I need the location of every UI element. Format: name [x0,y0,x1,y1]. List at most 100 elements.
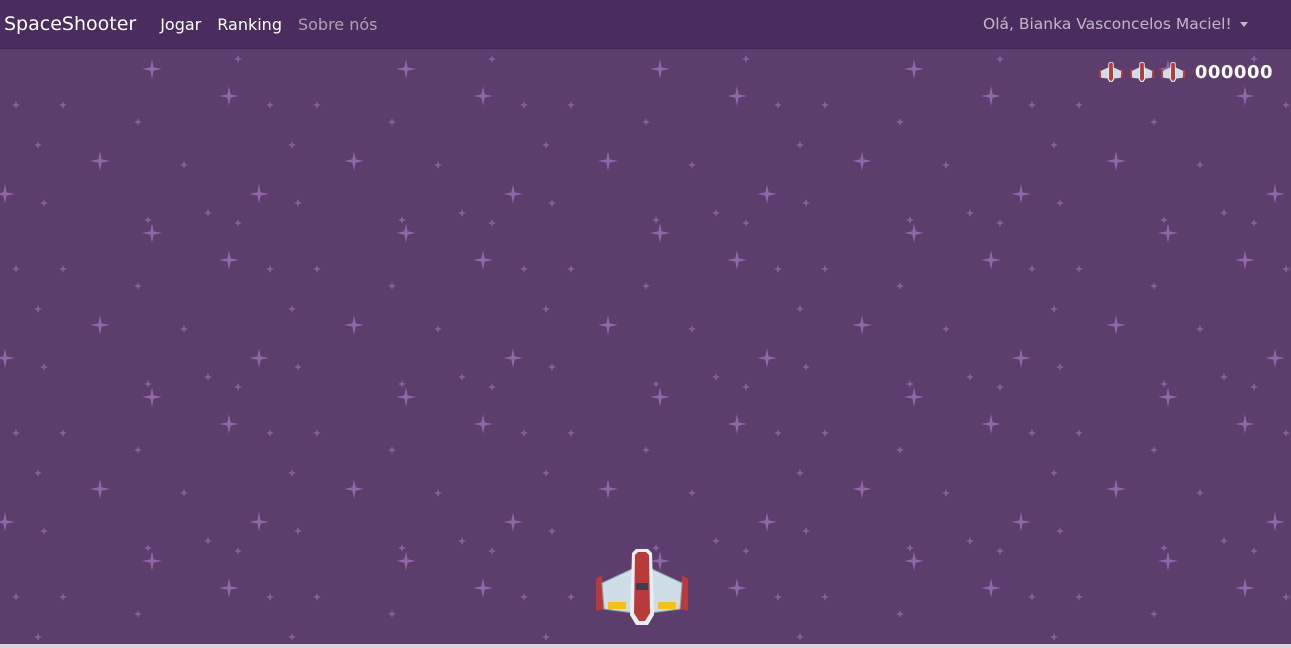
star-sparkle [742,383,750,391]
star-sparkle [294,527,302,535]
star-sparkle [1150,446,1158,454]
star-sparkle [742,547,750,555]
star-sparkle [650,387,670,407]
star-sparkle [59,429,67,437]
star-sparkle [219,86,239,106]
star-sparkle [204,373,212,381]
star-sparkle [712,373,720,381]
star-sparkle [796,469,804,477]
star-sparkle [396,59,416,79]
star-sparkle [896,118,904,126]
star-sparkle [249,512,269,532]
star-sparkle [249,184,269,204]
star-sparkle [1150,118,1158,126]
game-canvas[interactable]: 000000 [0,49,1291,644]
star-sparkle [288,305,296,313]
star-sparkle [567,429,575,437]
user-dropdown[interactable]: Olá, Bianka Vasconcelos Maciel! [983,0,1248,48]
star-sparkle [503,348,523,368]
star-sparkle [388,282,396,290]
star-sparkle [520,101,528,109]
star-sparkle [567,101,575,109]
star-sparkle [821,429,829,437]
star-sparkle [1106,315,1126,335]
star-sparkle [1265,512,1285,532]
star-sparkle [288,469,296,477]
star-sparkle [774,593,782,601]
star-sparkle [1250,383,1258,391]
star-sparkle [12,429,20,437]
star-sparkle [904,551,924,571]
star-sparkle [12,265,20,273]
star-sparkle [688,325,696,333]
star-sparkle [1056,199,1064,207]
star-sparkle [313,265,321,273]
star-sparkle [1150,610,1158,618]
star-sparkle [652,380,660,388]
star-sparkle [1028,101,1036,109]
star-sparkle [727,250,747,270]
star-sparkle [1028,265,1036,273]
star-sparkle [90,479,110,499]
star-sparkle [996,55,1004,63]
star-sparkle [434,325,442,333]
star-sparkle [1050,633,1058,641]
star-sparkle [1250,219,1258,227]
star-sparkle [1011,348,1031,368]
star-sparkle [134,446,142,454]
star-sparkle [388,610,396,618]
star-sparkle [1235,578,1255,598]
star-sparkle [796,141,804,149]
brand-link[interactable]: SpaceShooter [4,13,136,35]
star-sparkle [180,161,188,169]
star-sparkle [774,265,782,273]
page-bottom-border [0,644,1291,648]
star-sparkle [434,489,442,497]
star-sparkle [344,479,364,499]
star-sparkle [458,537,466,545]
star-sparkle [473,578,493,598]
star-sparkle [942,325,950,333]
star-sparkle [1265,348,1285,368]
star-sparkle [434,161,442,169]
star-sparkle [942,161,950,169]
nav-link-jogar[interactable]: Jogar [160,15,201,34]
star-sparkle [488,219,496,227]
star-sparkle [488,547,496,555]
star-sparkle [142,387,162,407]
star-sparkle [234,547,242,555]
star-sparkle [520,593,528,601]
star-sparkle [40,199,48,207]
star-sparkle [1106,151,1126,171]
star-sparkle [266,101,274,109]
star-sparkle [966,373,974,381]
star-sparkle [34,469,42,477]
star-sparkle [59,593,67,601]
star-sparkle [742,55,750,63]
star-sparkle [34,305,42,313]
star-sparkle [1011,184,1031,204]
star-sparkle [981,414,1001,434]
star-sparkle [896,282,904,290]
star-sparkle [134,610,142,618]
star-sparkle [1282,101,1290,109]
star-sparkle [249,348,269,368]
star-sparkle [966,209,974,217]
star-sparkle [234,55,242,63]
star-sparkle [34,633,42,641]
star-sparkle [1158,551,1178,571]
star-sparkle [1075,265,1083,273]
star-sparkle [548,527,556,535]
star-sparkle [548,363,556,371]
star-sparkle [688,161,696,169]
star-sparkle [266,593,274,601]
life-ship-icon [1098,62,1123,82]
star-sparkle [1028,593,1036,601]
star-sparkle [503,184,523,204]
star-sparkle [40,527,48,535]
nav-link-sobre-nos[interactable]: Sobre nós [298,15,378,34]
star-sparkle [520,429,528,437]
star-sparkle [1220,537,1228,545]
star-sparkle [142,59,162,79]
nav-link-ranking[interactable]: Ranking [217,15,282,34]
